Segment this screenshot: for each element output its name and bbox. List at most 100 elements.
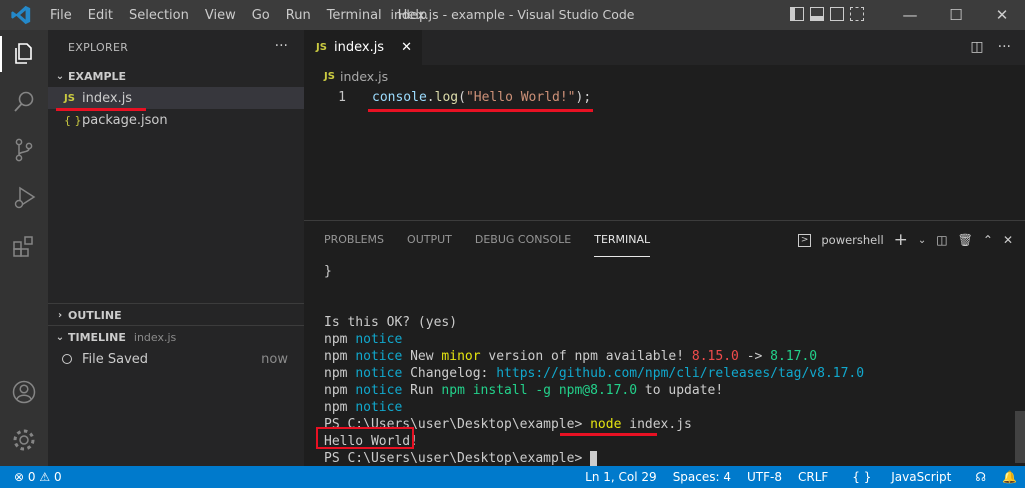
problems-indicator[interactable]: ⊗ 0 ⚠ 0 [0, 470, 62, 484]
file-item-package-json[interactable]: { } package.json [48, 109, 304, 131]
breadcrumb: JS index.js [304, 65, 1025, 87]
menu-terminal[interactable]: Terminal [319, 8, 390, 23]
more-actions-icon[interactable]: ··· [275, 38, 288, 54]
encoding[interactable]: UTF-8 [739, 470, 790, 484]
explorer-icon[interactable] [10, 40, 38, 68]
indentation[interactable]: Spaces: 4 [665, 470, 739, 484]
shell-name[interactable]: powershell [821, 233, 883, 247]
file-name: package.json [82, 112, 168, 128]
title-bar: File Edit Selection View Go Run Terminal… [0, 0, 1025, 30]
maximize-button[interactable]: ☐ [933, 0, 979, 30]
menu-help[interactable]: Help [390, 8, 436, 23]
term-npm: npm [324, 366, 348, 381]
menu-go[interactable]: Go [244, 8, 278, 23]
timeline-dot-icon [62, 354, 72, 364]
source-control-icon[interactable] [10, 136, 38, 164]
annotation-underline-code [368, 109, 593, 112]
timeline-section: ⌄ TIMELINE index.js File Saved now [48, 325, 304, 370]
split-terminal-icon[interactable]: ◫ [936, 233, 947, 247]
menu-selection[interactable]: Selection [121, 8, 197, 23]
menu-file[interactable]: File [42, 8, 80, 23]
tab-index-js[interactable]: JS index.js ✕ [304, 30, 422, 65]
explorer-header: EXPLORER [68, 41, 129, 54]
accounts-icon[interactable] [10, 378, 38, 406]
close-panel-icon[interactable]: ✕ [1003, 233, 1013, 247]
outline-header[interactable]: › OUTLINE [48, 304, 304, 326]
error-count: 0 [27, 470, 36, 484]
breadcrumb-file[interactable]: index.js [340, 69, 388, 84]
split-editor-icon[interactable]: ◫ [970, 39, 983, 55]
minimize-button[interactable]: — [887, 0, 933, 30]
new-terminal-icon[interactable]: + [894, 230, 908, 250]
menu-run[interactable]: Run [278, 8, 319, 23]
term-notice: notice [355, 332, 403, 347]
term-install-cmd: npm install -g npm@8.17.0 [441, 383, 638, 398]
annotation-box-output [316, 427, 414, 449]
extensions-icon[interactable] [10, 232, 38, 260]
tab-output[interactable]: OUTPUT [407, 221, 452, 257]
editor-more-icon[interactable]: ··· [998, 39, 1011, 55]
term-notice: notice [355, 400, 403, 415]
term-notice: notice [355, 366, 403, 381]
timeline-entry[interactable]: File Saved now [48, 348, 304, 370]
chevron-down-icon: ⌄ [55, 70, 65, 82]
tab-label: index.js [334, 40, 385, 55]
tab-terminal[interactable]: TERMINAL [594, 221, 651, 257]
manage-gear-icon[interactable] [10, 426, 38, 454]
warning-icon: ⚠ [39, 470, 51, 484]
term-prompt: PS C:\Users\user\Desktop\example> [324, 451, 583, 466]
term-npm: npm [324, 400, 348, 415]
cursor-position[interactable]: Ln 1, Col 29 [577, 470, 665, 484]
code-line-1[interactable]: 1 console. log("Hello World!"); [304, 87, 1025, 107]
menu-bar: File Edit Selection View Go Run Terminal… [42, 8, 435, 23]
end-of-line[interactable]: CRLF [790, 470, 836, 484]
terminal-scrollbar[interactable] [1015, 411, 1025, 463]
status-right: Ln 1, Col 29 Spaces: 4 UTF-8 CRLF { } Ja… [577, 470, 1025, 484]
toggle-sidebar-icon[interactable] [790, 7, 804, 21]
term-arrow: -> [746, 349, 763, 364]
language-mode[interactable]: { } JavaScript [836, 470, 967, 484]
term-cmd-arg: index.js [629, 417, 692, 432]
editor-actions: ◫ ··· [970, 39, 1011, 55]
annotation-underline-command [560, 433, 657, 436]
notifications-bell-icon[interactable]: 🔔 [994, 470, 1025, 484]
customize-layout-icon[interactable] [850, 7, 864, 21]
close-tab-icon[interactable]: ✕ [401, 40, 412, 55]
search-icon[interactable] [10, 88, 38, 116]
term-notice: notice [355, 383, 403, 398]
tab-problems[interactable]: PROBLEMS [324, 221, 384, 257]
toggle-panel-icon[interactable] [810, 7, 824, 21]
term-changelog-link[interactable]: https://github.com/npm/cli/releases/tag/… [496, 366, 864, 381]
timeline-label: TIMELINE [68, 330, 126, 344]
menu-view[interactable]: View [197, 8, 244, 23]
editor-tabs: JS index.js ✕ ◫ ··· [304, 30, 1025, 65]
menu-edit[interactable]: Edit [80, 8, 121, 23]
maximize-panel-icon[interactable]: ⌃ [983, 233, 993, 247]
language-label: JavaScript [891, 470, 952, 484]
toggle-secondary-sidebar-icon[interactable] [830, 7, 844, 21]
annotation-underline-explorer-file [56, 108, 146, 111]
layout-controls [790, 7, 864, 21]
code-console: console [372, 89, 427, 105]
term-npm: npm [324, 349, 348, 364]
javascript-file-icon: JS [64, 92, 75, 104]
terminal-cursor [590, 451, 598, 466]
outline-section: › OUTLINE [48, 303, 304, 326]
file-item-index-js[interactable]: JS index.js [48, 87, 304, 109]
close-window-button[interactable]: ✕ [979, 0, 1025, 30]
chevron-right-icon: › [57, 309, 63, 321]
run-debug-icon[interactable] [10, 184, 38, 212]
term-text: to update! [644, 383, 724, 398]
terminal-dropdown-icon[interactable]: ⌄ [918, 235, 926, 246]
chevron-down-icon: ⌄ [55, 331, 65, 343]
javascript-file-icon: JS [316, 42, 327, 53]
folder-section-header[interactable]: ⌄ EXAMPLE [48, 65, 304, 87]
feedback-icon[interactable]: ☊ [967, 470, 994, 484]
file-name: index.js [82, 90, 133, 106]
timeline-header[interactable]: ⌄ TIMELINE index.js [48, 326, 304, 348]
term-minor: minor [441, 349, 481, 364]
tab-debug-console[interactable]: DEBUG CONSOLE [475, 221, 571, 257]
kill-terminal-trash-icon[interactable]: 🗑 [958, 233, 973, 247]
outline-label: OUTLINE [68, 308, 122, 322]
json-file-icon: { } [64, 113, 82, 127]
